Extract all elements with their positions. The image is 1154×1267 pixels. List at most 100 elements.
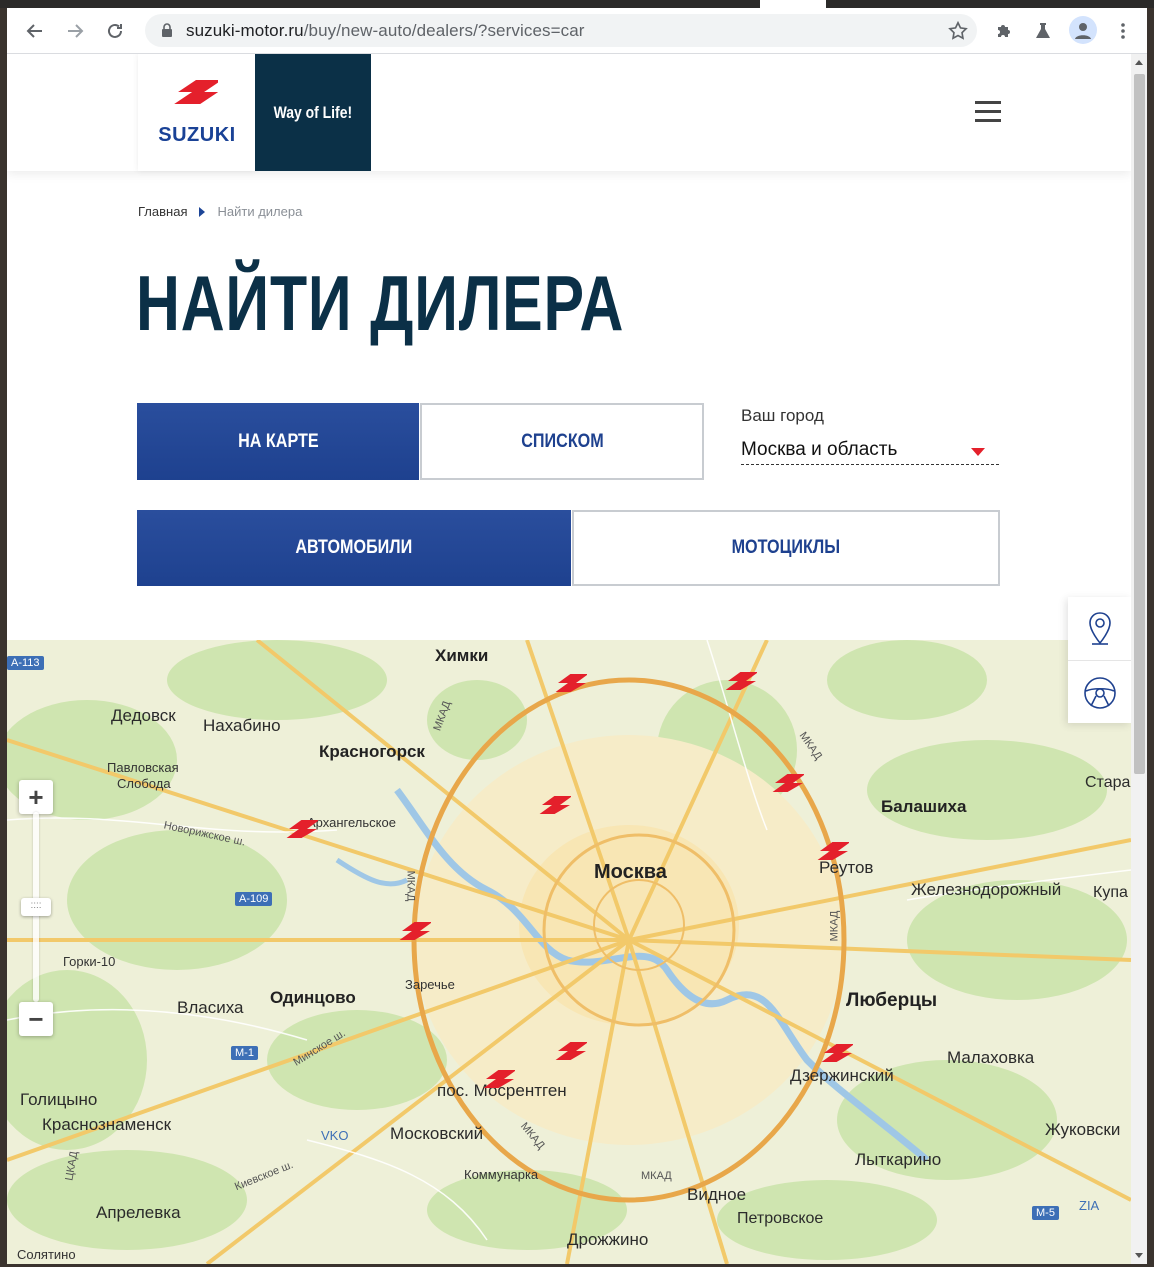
cars-tab-label: АВТОМОБИЛИ xyxy=(295,537,413,558)
map-label-krasnoznamensk: Краснознаменск xyxy=(42,1115,172,1134)
map-label-solyatino: Солятино xyxy=(17,1247,76,1262)
page-title: НАЙТИ ДИЛЕРА xyxy=(136,259,625,347)
arrow-left-icon xyxy=(26,24,42,38)
map-label-moscow: Москва xyxy=(594,861,667,883)
hamburger-menu-icon[interactable] xyxy=(975,101,1001,123)
active-tab[interactable] xyxy=(760,0,826,8)
zoom-out-button[interactable]: − xyxy=(19,1002,53,1036)
forward-button[interactable] xyxy=(60,16,90,46)
tab-strip xyxy=(0,0,1154,8)
map-label-nakhabino: Нахабино xyxy=(203,716,281,735)
map-label-khimki: Химки xyxy=(435,646,489,665)
map-label-vlasikha: Власиха xyxy=(177,998,244,1017)
map-label-kupa: Купа xyxy=(1093,884,1128,901)
scroll-up-arrow-icon[interactable] xyxy=(1135,60,1143,65)
dealer-marker[interactable] xyxy=(481,1064,517,1098)
person-icon xyxy=(1075,23,1091,39)
breadcrumb-home-link[interactable]: Главная xyxy=(138,204,187,219)
slogan-text: Way of Life! xyxy=(273,102,353,122)
dealer-map[interactable]: Химки Дедовск Нахабино Красногорск Павло… xyxy=(7,640,1131,1264)
road-label-mkad-e: МКАД xyxy=(828,910,841,942)
dealer-marker[interactable] xyxy=(819,1038,855,1072)
map-label-golitsyno: Голицыно xyxy=(20,1090,98,1109)
map-label-zia: ZIA xyxy=(1079,1198,1100,1213)
map-label-lyubertsy: Люберцы xyxy=(846,990,938,1011)
test-drive-button[interactable] xyxy=(1068,661,1131,724)
road-tag-m1: М-1 xyxy=(231,1046,258,1060)
dealer-marker[interactable] xyxy=(815,836,851,870)
reload-button[interactable] xyxy=(100,16,130,46)
map-label-odintsovo: Одинцово xyxy=(270,988,356,1007)
road-tag-a113: А-113 xyxy=(7,656,44,670)
dealer-marker[interactable] xyxy=(537,790,573,824)
map-label-drozhzhino: Дрожжино xyxy=(567,1230,649,1249)
browser-toolbar: suzuki-motor.ru/buy/new-auto/dealers/?se… xyxy=(7,8,1147,54)
map-label-krasnogorsk: Красногорск xyxy=(319,742,425,761)
address-bar[interactable]: suzuki-motor.ru/buy/new-auto/dealers/?se… xyxy=(145,14,977,47)
steering-wheel-icon xyxy=(1083,676,1116,709)
zoom-slider-handle[interactable]: :::: xyxy=(21,898,51,916)
city-value: Москва и область xyxy=(741,439,898,460)
dealer-marker[interactable] xyxy=(770,768,806,802)
breadcrumb: Главная Найти дилера xyxy=(138,204,302,219)
url-text: suzuki-motor.ru/buy/new-auto/dealers/?se… xyxy=(186,20,585,40)
map-label-zheleznodorozhny: Железнодорожный xyxy=(911,880,1062,899)
view-list-label: СПИСКОМ xyxy=(520,430,604,452)
labs-button[interactable] xyxy=(1028,16,1058,46)
map-zoom-control: + :::: − xyxy=(19,772,53,1042)
map-base-layer xyxy=(7,640,1131,1264)
map-label-balashikha: Балашиха xyxy=(881,797,967,816)
suzuki-logo[interactable]: SUZUKI xyxy=(138,54,255,171)
road-label-mkad-s: МКАД xyxy=(641,1170,672,1182)
browser-menu-button[interactable] xyxy=(1108,16,1138,46)
scrollbar-thumb[interactable] xyxy=(1134,74,1145,774)
dealer-marker[interactable] xyxy=(553,1036,589,1070)
view-list-button[interactable]: СПИСКОМ xyxy=(420,403,704,480)
page-scrollbar[interactable] xyxy=(1131,54,1147,1264)
map-label-petrovskoe: Петровское xyxy=(737,1210,824,1227)
extensions-button[interactable] xyxy=(989,16,1019,46)
arrow-right-icon xyxy=(68,24,84,38)
map-label-malakhovka: Малаховка xyxy=(947,1048,1035,1067)
dealer-marker[interactable] xyxy=(723,666,759,700)
road-tag-a109: А-109 xyxy=(235,892,273,906)
view-map-button[interactable]: НА КАРТЕ xyxy=(137,403,419,480)
flask-icon xyxy=(1036,23,1050,38)
dealer-marker[interactable] xyxy=(553,668,589,702)
map-label-kommunarka: Коммунарка xyxy=(464,1167,539,1182)
city-select[interactable]: Москва и область xyxy=(741,436,999,465)
profile-avatar[interactable] xyxy=(1069,16,1097,44)
bookmark-star-icon[interactable] xyxy=(947,20,969,47)
breadcrumb-arrow-icon xyxy=(199,206,206,217)
map-label-arkhangelskoe: Архангельское xyxy=(307,815,396,830)
map-label-moskovsky: Московский xyxy=(390,1124,484,1143)
back-button[interactable] xyxy=(20,16,50,46)
site-header: SUZUKI Way of Life! xyxy=(7,54,1131,171)
map-label-vidnoe: Видное xyxy=(687,1185,747,1204)
dealer-marker[interactable] xyxy=(284,814,320,848)
view-map-label: НА КАРТЕ xyxy=(237,430,319,452)
map-label-lytkarino: Лыткарино xyxy=(855,1150,942,1169)
cars-tab-button[interactable]: АВТОМОБИЛИ xyxy=(137,510,571,586)
kebab-menu-icon xyxy=(1121,23,1125,39)
lock-icon xyxy=(158,22,176,40)
dealer-marker[interactable] xyxy=(397,916,433,950)
map-pin-icon xyxy=(1088,611,1111,645)
puzzle-icon xyxy=(998,25,1010,37)
city-label: Ваш город xyxy=(741,406,824,425)
scroll-down-arrow-icon[interactable] xyxy=(1135,1253,1143,1258)
map-label-aprelevka: Апрелевка xyxy=(96,1203,181,1222)
map-label-zhukovsky: Жуковски xyxy=(1045,1120,1121,1139)
moto-tab-button[interactable]: МОТОЦИКЛЫ xyxy=(572,510,1000,586)
map-label-sloboda: Слобода xyxy=(117,776,171,791)
logo-wordmark: SUZUKI xyxy=(158,124,236,146)
zoom-in-button[interactable]: + xyxy=(19,780,53,814)
moto-tab-label: МОТОЦИКЛЫ xyxy=(731,537,841,558)
locate-dealer-button[interactable] xyxy=(1068,597,1131,660)
map-label-stara: Стара xyxy=(1085,774,1131,791)
reload-icon xyxy=(108,23,122,38)
road-tag-m5: М-5 xyxy=(1032,1206,1059,1220)
suzuki-s-logo-icon xyxy=(174,80,218,104)
breadcrumb-current: Найти дилера xyxy=(217,204,303,219)
map-label-gorki10: Горки-10 xyxy=(63,954,116,969)
